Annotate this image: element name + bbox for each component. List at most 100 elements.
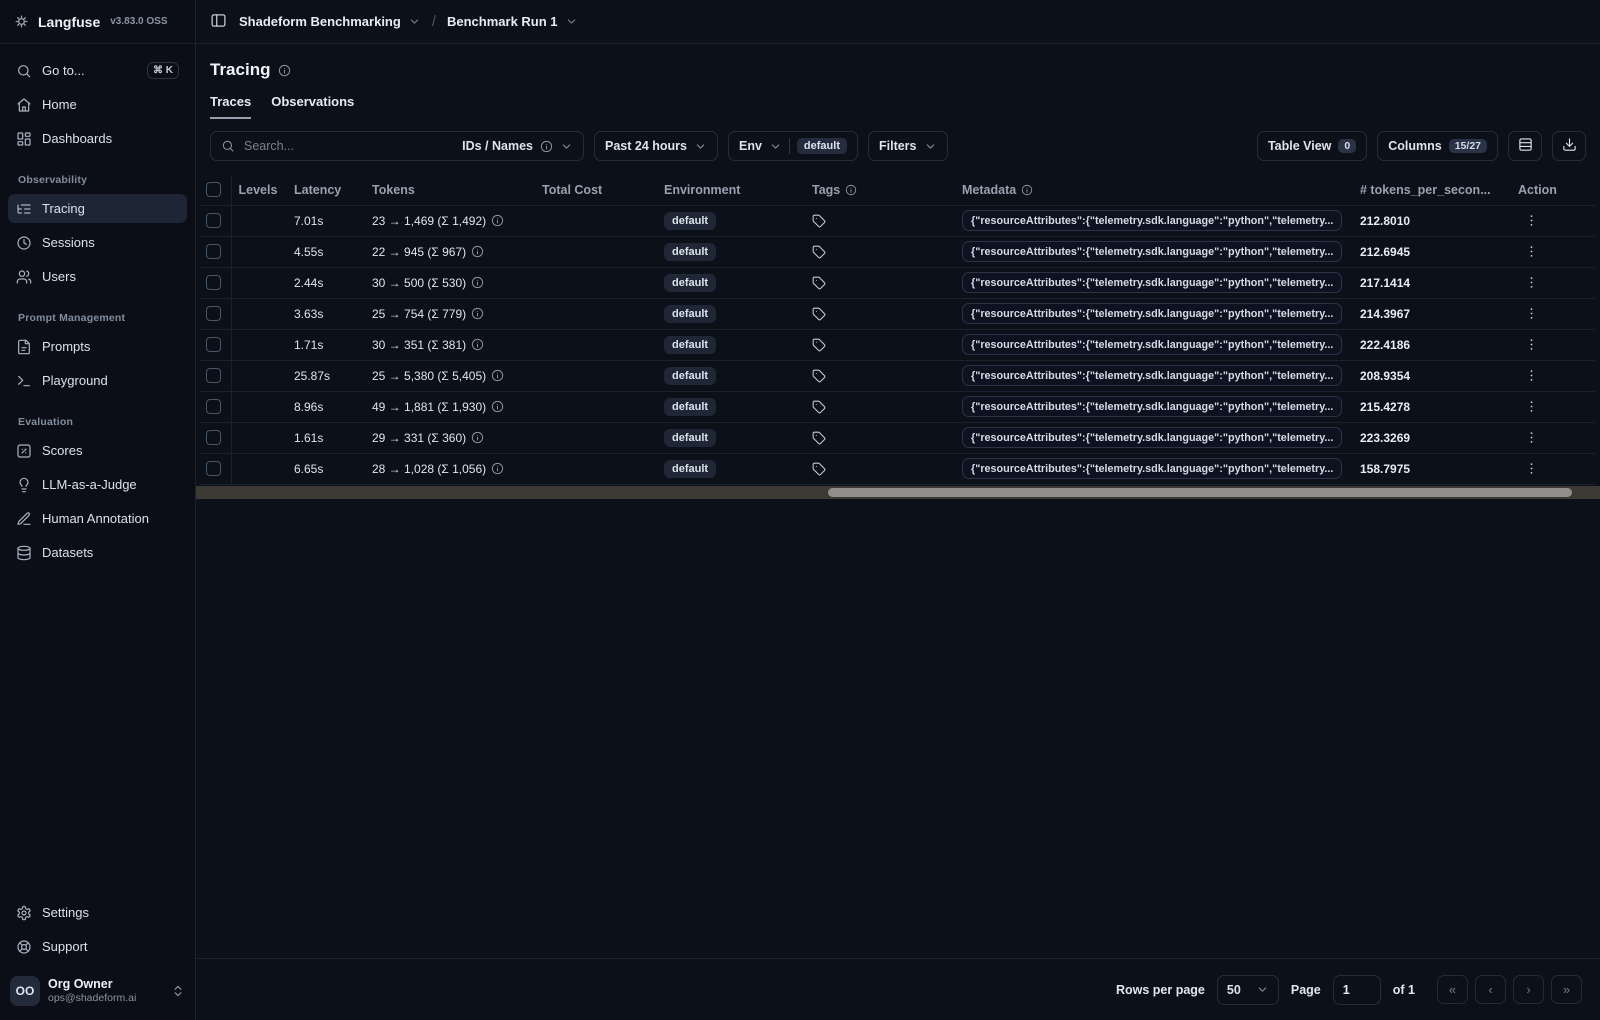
column-header-metadata[interactable]: Metadata <box>955 175 1353 205</box>
kebab-menu-icon[interactable] <box>1518 304 1545 323</box>
row-checkbox[interactable] <box>206 306 221 322</box>
table-row[interactable]: 4.55s 22 → 945 (Σ 967) default {"resourceAt… <box>199 235 1595 267</box>
breadcrumb-org[interactable]: Shadeform Benchmarking <box>239 14 401 29</box>
scrollbar-thumb[interactable] <box>827 487 1572 497</box>
tag-icon[interactable] <box>812 307 826 321</box>
row-checkbox[interactable] <box>206 337 221 353</box>
metadata-chip[interactable]: {"resourceAttributes":{"telemetry.sdk.la… <box>962 396 1343 417</box>
kebab-menu-icon[interactable] <box>1518 397 1545 416</box>
last-page-button[interactable]: » <box>1551 975 1582 1004</box>
info-icon[interactable] <box>471 245 484 258</box>
sidebar-item-sessions[interactable]: Sessions <box>8 228 187 257</box>
sidebar-toggle-button[interactable] <box>210 12 227 32</box>
kebab-menu-icon[interactable] <box>1518 366 1545 385</box>
metadata-chip[interactable]: {"resourceAttributes":{"telemetry.sdk.la… <box>962 241 1343 262</box>
metadata-chip[interactable]: {"resourceAttributes":{"telemetry.sdk.la… <box>962 427 1343 448</box>
sidebar-item-settings[interactable]: Settings <box>8 898 187 927</box>
info-icon[interactable] <box>491 369 504 382</box>
filters-button[interactable]: Filters <box>867 131 948 161</box>
search-mode-label[interactable]: IDs / Names <box>462 139 533 153</box>
sidebar-item-users[interactable]: Users <box>8 262 187 291</box>
metadata-chip[interactable]: {"resourceAttributes":{"telemetry.sdk.la… <box>962 210 1343 231</box>
table-row[interactable]: 25.87s 25 → 5,380 (Σ 5,405) default {"resou… <box>199 359 1595 391</box>
tag-icon[interactable] <box>812 245 826 259</box>
metadata-chip[interactable]: {"resourceAttributes":{"telemetry.sdk.la… <box>962 458 1343 479</box>
column-header-levels[interactable]: Levels <box>231 175 287 205</box>
info-icon[interactable] <box>471 338 484 351</box>
column-header-latency[interactable]: Latency <box>287 175 365 205</box>
kebab-menu-icon[interactable] <box>1518 242 1545 261</box>
table-row[interactable]: 1.71s 30 → 351 (Σ 381) default {"resourceAt… <box>199 328 1595 360</box>
kebab-menu-icon[interactable] <box>1518 428 1545 447</box>
column-header-tokens-per-secon[interactable]: # tokens_per_secon... <box>1353 175 1511 205</box>
sidebar-item-scores[interactable]: Scores <box>8 436 187 465</box>
metadata-chip[interactable]: {"resourceAttributes":{"telemetry.sdk.la… <box>962 303 1343 324</box>
column-header-tokens[interactable]: Tokens <box>365 175 535 205</box>
breadcrumb-project[interactable]: Benchmark Run 1 <box>447 14 558 29</box>
table-row[interactable]: 6.65s 28 → 1,028 (Σ 1,056) default {"resour… <box>199 452 1595 485</box>
metadata-chip[interactable]: {"resourceAttributes":{"telemetry.sdk.la… <box>962 272 1343 293</box>
sidebar-item-support[interactable]: Support <box>8 932 187 961</box>
column-header-total-cost[interactable]: Total Cost <box>535 175 657 205</box>
info-icon[interactable] <box>491 462 504 475</box>
user-menu[interactable]: OO Org Owner ops@shadeform.ai <box>0 966 195 1020</box>
sidebar-item-prompts[interactable]: Prompts <box>8 332 187 361</box>
tag-icon[interactable] <box>812 369 826 383</box>
column-header-environment[interactable]: Environment <box>657 175 805 205</box>
row-height-button[interactable] <box>1508 131 1542 161</box>
sidebar-item-home[interactable]: Home <box>8 90 187 119</box>
export-button[interactable] <box>1552 131 1586 161</box>
kebab-menu-icon[interactable] <box>1518 211 1545 230</box>
chevron-down-icon[interactable] <box>565 15 578 28</box>
metadata-chip[interactable]: {"resourceAttributes":{"telemetry.sdk.la… <box>962 334 1343 355</box>
select-all-checkbox[interactable] <box>206 182 221 198</box>
sidebar-item-human-annotation[interactable]: Human Annotation <box>8 504 187 533</box>
tag-icon[interactable] <box>812 431 826 445</box>
columns-button[interactable]: Columns 15/27 <box>1377 131 1498 161</box>
column-header-action[interactable]: Action <box>1511 175 1595 205</box>
tag-icon[interactable] <box>812 214 826 228</box>
info-icon[interactable] <box>471 307 484 320</box>
column-header-tags[interactable]: Tags <box>805 175 955 205</box>
first-page-button[interactable]: « <box>1437 975 1468 1004</box>
page-input[interactable] <box>1332 974 1381 1005</box>
sidebar-item-datasets[interactable]: Datasets <box>8 538 187 567</box>
table-view-button[interactable]: Table View 0 <box>1256 131 1368 161</box>
search-input[interactable] <box>242 138 456 154</box>
search-box[interactable]: IDs / Names <box>210 131 584 161</box>
row-checkbox[interactable] <box>206 368 221 384</box>
metadata-chip[interactable]: {"resourceAttributes":{"telemetry.sdk.la… <box>962 365 1343 386</box>
row-checkbox[interactable] <box>206 430 221 446</box>
sidebar-item-playground[interactable]: Playground <box>8 366 187 395</box>
info-icon[interactable] <box>471 431 484 444</box>
tab-observations[interactable]: Observations <box>271 94 354 119</box>
next-page-button[interactable]: › <box>1513 975 1544 1004</box>
tag-icon[interactable] <box>812 276 826 290</box>
chevron-down-icon[interactable] <box>408 15 421 28</box>
tag-icon[interactable] <box>812 338 826 352</box>
sidebar-item-llm-as-a-judge[interactable]: LLM-as-a-Judge <box>8 470 187 499</box>
table-row[interactable]: 3.63s 25 → 754 (Σ 779) default {"resourceAt… <box>199 297 1595 329</box>
table-row[interactable]: 2.44s 30 → 500 (Σ 530) default {"resourceAt… <box>199 266 1595 298</box>
rows-per-page-select[interactable]: 50 <box>1216 974 1279 1005</box>
row-checkbox[interactable] <box>206 275 221 291</box>
prev-page-button[interactable]: ‹ <box>1475 975 1506 1004</box>
env-filter[interactable]: Env default <box>727 131 858 161</box>
tag-icon[interactable] <box>812 400 826 414</box>
info-icon[interactable] <box>491 400 504 413</box>
row-checkbox[interactable] <box>206 461 221 477</box>
table-row[interactable]: 7.01s 23 → 1,469 (Σ 1,492) default {"resour… <box>199 204 1595 236</box>
row-checkbox[interactable] <box>206 399 221 415</box>
sidebar-item-go-to[interactable]: Go to... ⌘ K <box>8 56 187 85</box>
kebab-menu-icon[interactable] <box>1518 335 1545 354</box>
horizontal-scrollbar[interactable] <box>196 485 1600 499</box>
time-range-filter[interactable]: Past 24 hours <box>594 131 718 161</box>
info-icon[interactable] <box>471 276 484 289</box>
kebab-menu-icon[interactable] <box>1518 273 1545 292</box>
table-row[interactable]: 1.61s 29 → 331 (Σ 360) default {"resourceAt… <box>199 421 1595 453</box>
info-icon[interactable] <box>491 214 504 227</box>
tag-icon[interactable] <box>812 462 826 476</box>
table-row[interactable]: 8.96s 49 → 1,881 (Σ 1,930) default {"resour… <box>199 390 1595 422</box>
row-checkbox[interactable] <box>206 213 221 229</box>
row-checkbox[interactable] <box>206 244 221 260</box>
